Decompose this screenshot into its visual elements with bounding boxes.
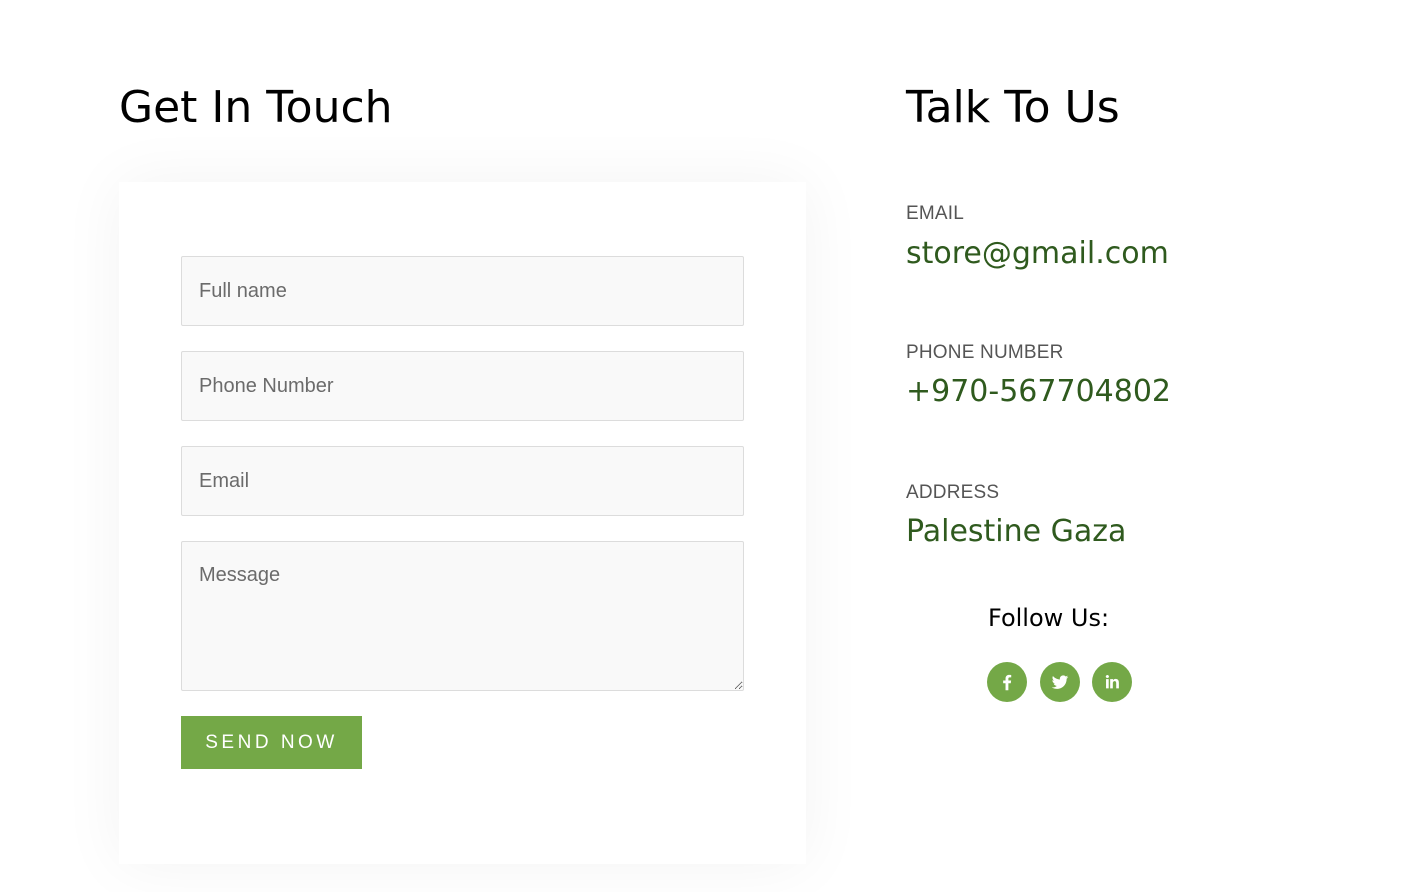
address-label: ADDRESS (906, 482, 1000, 503)
phone-value: +970-567704802 (906, 374, 1172, 409)
address-value: Palestine Gaza (906, 514, 1127, 549)
twitter-link[interactable] (1040, 662, 1080, 702)
talk-to-us-heading: Talk To Us (906, 82, 1120, 133)
send-now-button[interactable]: SEND NOW (181, 716, 362, 769)
email-value: store@gmail.com (906, 236, 1169, 271)
facebook-icon (996, 671, 1018, 693)
get-in-touch-heading: Get In Touch (119, 82, 393, 133)
contact-form-card: SEND NOW (119, 182, 806, 864)
twitter-icon (1049, 671, 1071, 693)
email-input[interactable] (181, 446, 744, 516)
phone-number-input[interactable] (181, 351, 744, 421)
message-textarea[interactable] (181, 541, 744, 691)
full-name-input[interactable] (181, 256, 744, 326)
email-label: EMAIL (906, 203, 965, 224)
facebook-link[interactable] (987, 662, 1027, 702)
contact-page: Get In Touch SEND NOW Talk To Us EMAIL s… (0, 0, 1414, 892)
phone-label: PHONE NUMBER (906, 342, 1064, 363)
follow-us-label: Follow Us: (988, 604, 1110, 632)
linkedin-link[interactable] (1092, 662, 1132, 702)
linkedin-icon (1101, 671, 1123, 693)
